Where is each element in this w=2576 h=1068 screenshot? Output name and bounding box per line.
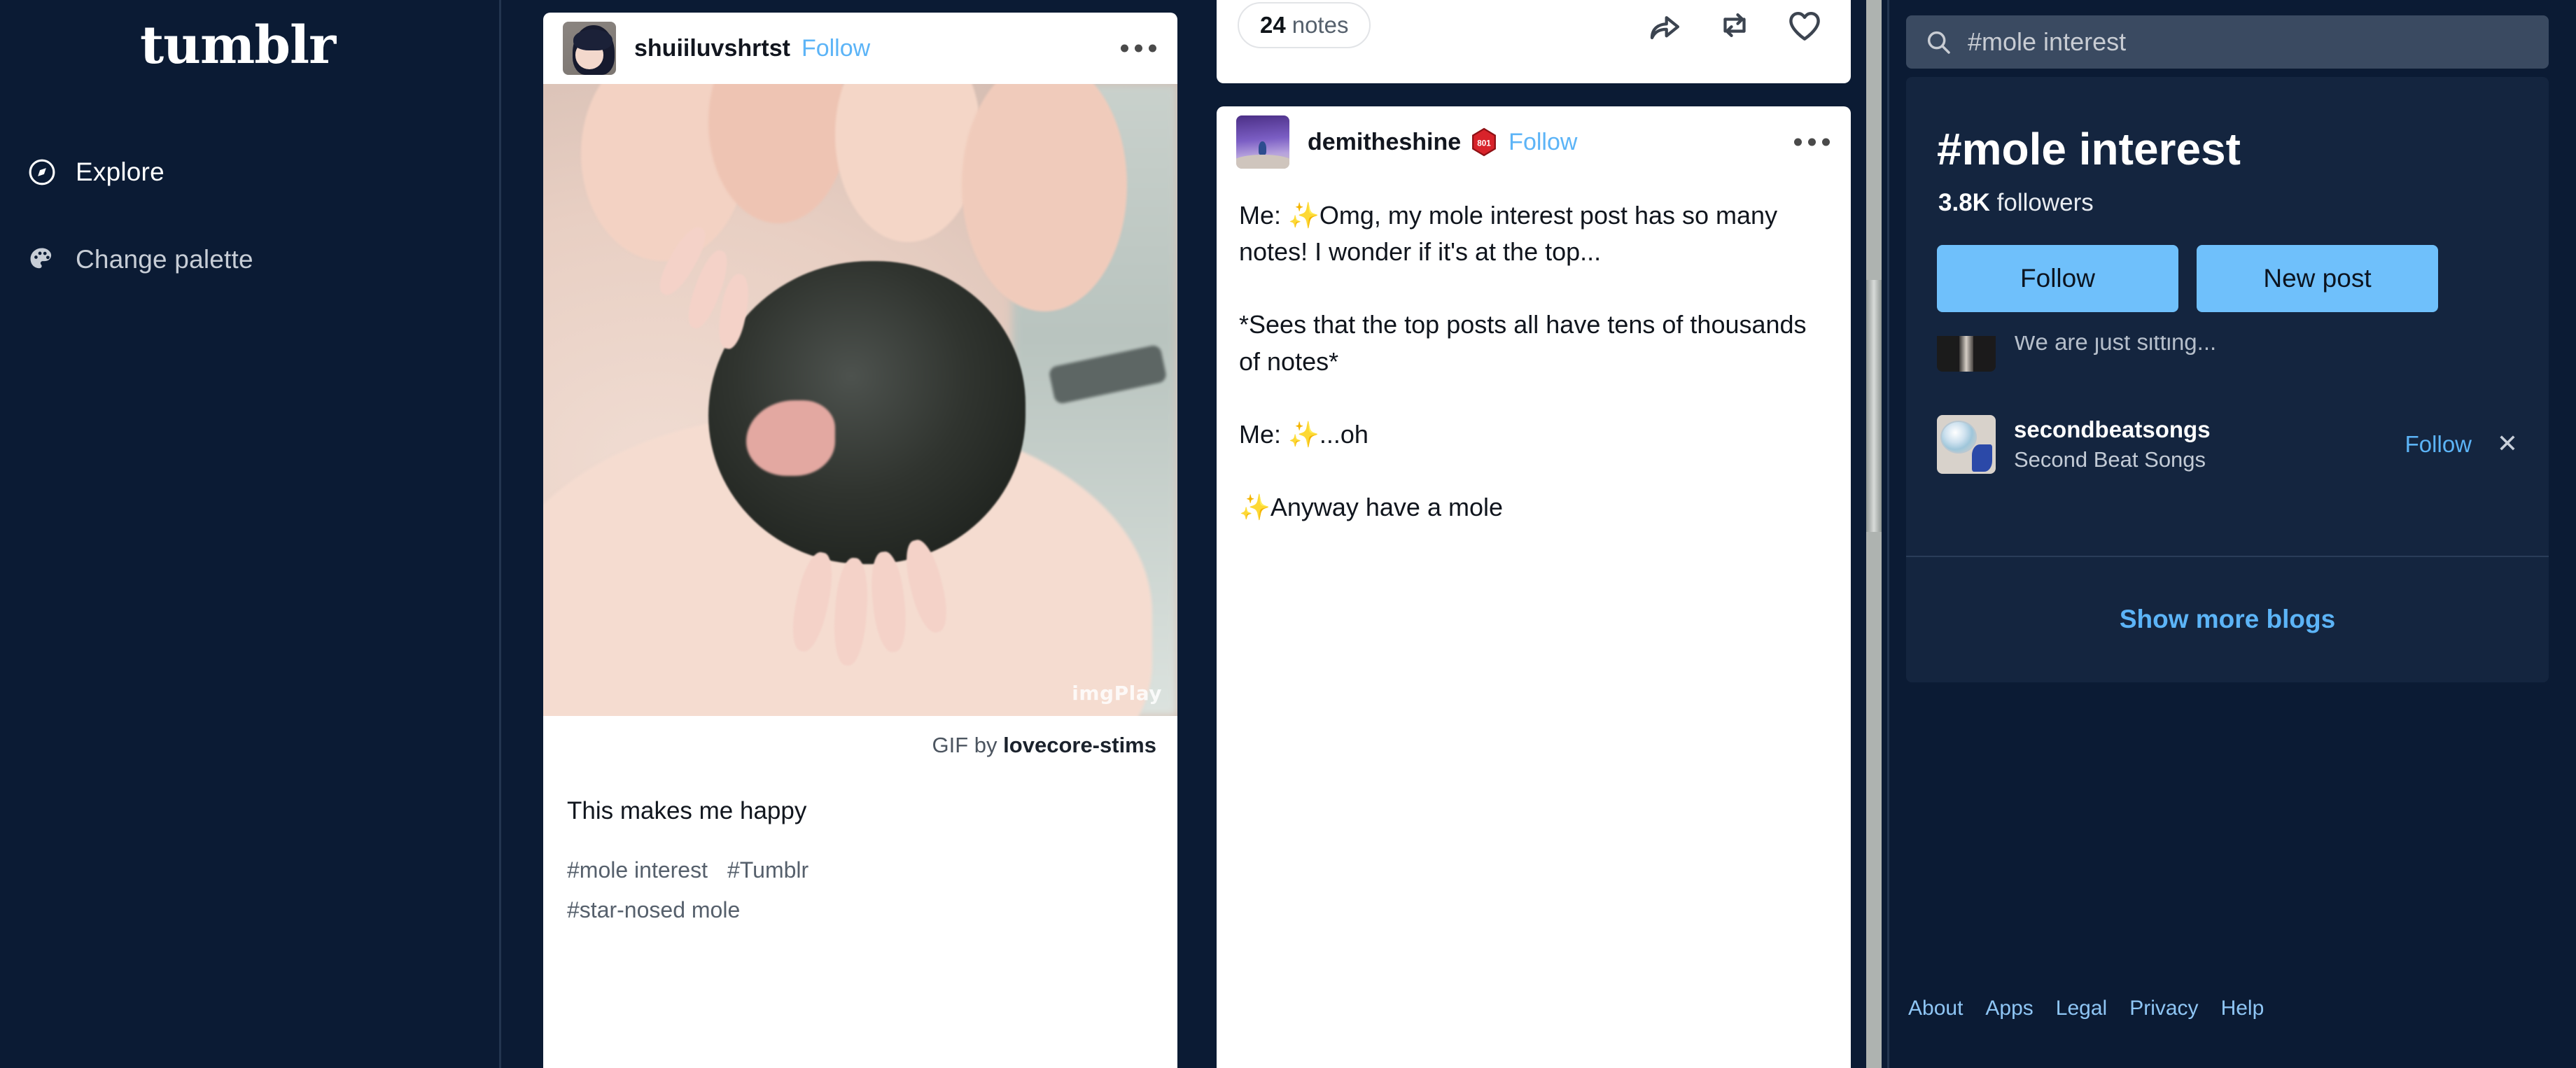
- feed-scrollbar-thumb[interactable]: [1866, 280, 1882, 532]
- right-sidebar: #mole interest #mole interest 3.8K follo…: [1890, 0, 2576, 1068]
- feed-scrollbar[interactable]: [1866, 0, 1882, 1068]
- post-body-text: Me: ✨Omg, my mole interest post has so m…: [1217, 178, 1851, 526]
- like-icon[interactable]: [1785, 6, 1824, 45]
- gif-illustration: [543, 84, 1177, 716]
- post-follow-link[interactable]: Follow: [1508, 129, 1577, 156]
- search-icon: [1924, 28, 1952, 56]
- post-paragraph: *Sees that the top posts all have tens o…: [1239, 310, 1807, 376]
- footer-link-about[interactable]: About: [1908, 997, 1963, 1020]
- search-input-value: #mole interest: [1968, 27, 2127, 56]
- notes-count-button[interactable]: 24 notes: [1238, 1, 1371, 48]
- tag-title: #mole interest: [1937, 124, 2241, 174]
- post-paragraph: ✨Anyway have a mole: [1239, 492, 1503, 521]
- post-blog-name[interactable]: demitheshine: [1308, 129, 1461, 156]
- sidebar-item-explore-label: Explore: [76, 157, 164, 186]
- gif-credit-author[interactable]: lovecore-stims: [1003, 733, 1156, 757]
- post-tag[interactable]: #mole interest: [567, 857, 708, 883]
- card-fade-overlay: [543, 992, 1177, 1068]
- post-tags: #mole interest #Tumblr: [543, 829, 1177, 883]
- avatar[interactable]: [1236, 115, 1289, 169]
- feed-column-left: shuiiluvshrtst Follow imgPlay GIF by lov…: [543, 0, 1177, 1068]
- tag-followers: 3.8K followers: [1938, 189, 2094, 217]
- feed-column-right: 24 notes demitheshine 801 Follow Me: ✨Om…: [1217, 0, 1851, 1068]
- blog-title: Second Beat Songs: [2014, 447, 2206, 472]
- tag-followers-count: 3.8K: [1938, 189, 1990, 216]
- blog-meta: secondbeatsongs Second Beat Songs: [2014, 416, 2405, 472]
- post-header: demitheshine 801 Follow: [1217, 106, 1851, 178]
- feed-area: shuiiluvshrtst Follow imgPlay GIF by lov…: [501, 0, 1888, 1068]
- tag-info-panel: #mole interest 3.8K followers Follow New…: [1906, 77, 2549, 682]
- left-sidebar: tumblr Explore Change palette: [0, 0, 500, 1068]
- post-paragraph: Me: ✨...oh: [1239, 419, 1368, 449]
- follow-tag-button[interactable]: Follow: [1937, 245, 2178, 312]
- tumblr-tag-page: tumblr Explore Change palette shuiiluvsh…: [0, 0, 2576, 1068]
- close-icon[interactable]: ✕: [2496, 432, 2519, 457]
- compass-icon: [27, 157, 57, 188]
- show-more-blogs-button[interactable]: Show more blogs: [1906, 556, 2549, 682]
- blog-follow-link[interactable]: Follow: [2405, 431, 2472, 458]
- tumblr-logo[interactable]: tumblr: [140, 20, 336, 71]
- list-item[interactable]: We are just sitting...: [1937, 336, 2519, 381]
- reblog-icon[interactable]: [1715, 6, 1754, 45]
- blog-caption: We are just sitting...: [2014, 336, 2217, 355]
- share-icon[interactable]: [1645, 6, 1684, 45]
- avatar[interactable]: [1937, 336, 1996, 372]
- recommended-blogs-list: We are just sitting... secondbeatsongs S…: [1906, 336, 2549, 549]
- tag-followers-label: followers: [1996, 189, 2094, 216]
- sidebar-item-change-palette[interactable]: Change palette: [27, 240, 253, 279]
- post-more-options-button[interactable]: [1794, 138, 1830, 146]
- imgplay-watermark: imgPlay: [1072, 682, 1162, 705]
- new-post-button[interactable]: New post: [2197, 245, 2438, 312]
- footer-link-help[interactable]: Help: [2221, 997, 2264, 1020]
- tag-action-buttons: Follow New post: [1937, 245, 2438, 312]
- svg-text:801: 801: [1477, 139, 1491, 148]
- gif-credit: GIF by lovecore-stims: [543, 716, 1177, 769]
- footer-link-apps[interactable]: Apps: [1985, 997, 2033, 1020]
- gif-credit-prefix: GIF by: [932, 733, 1004, 757]
- avatar[interactable]: [563, 22, 616, 75]
- palette-icon: [27, 244, 57, 275]
- post-tag-cutoff[interactable]: #star-nosed mole: [543, 883, 1177, 923]
- sidebar-item-change-palette-label: Change palette: [76, 245, 253, 274]
- post-gif-image[interactable]: imgPlay: [543, 84, 1177, 716]
- post-blog-name[interactable]: shuiiluvshrtst: [634, 35, 790, 62]
- post-card-gif: shuiiluvshrtst Follow imgPlay GIF by lov…: [543, 13, 1177, 1068]
- post-tag[interactable]: #Tumblr: [727, 857, 808, 883]
- blog-name[interactable]: secondbeatsongs: [2014, 416, 2405, 443]
- notes-count: 24: [1260, 11, 1286, 38]
- post-notes-bar: 24 notes: [1217, 0, 1851, 83]
- footer-link-privacy[interactable]: Privacy: [2129, 997, 2198, 1020]
- post-more-options-button[interactable]: [1121, 44, 1156, 52]
- post-action-icons: [1645, 6, 1824, 45]
- post-header: shuiiluvshrtst Follow: [543, 13, 1177, 84]
- avatar[interactable]: [1937, 415, 1996, 474]
- sidebar-item-explore[interactable]: Explore: [27, 153, 164, 192]
- search-input[interactable]: #mole interest: [1906, 15, 2549, 69]
- post-follow-link[interactable]: Follow: [802, 35, 870, 62]
- post-body-text: This makes me happy: [567, 797, 807, 824]
- list-item[interactable]: secondbeatsongs Second Beat Songs Follow…: [1937, 406, 2519, 483]
- post-paragraph: Me: ✨Omg, my mole interest post has so m…: [1239, 201, 1778, 267]
- footer-link-legal[interactable]: Legal: [2056, 997, 2107, 1020]
- right-rail-divider: [1887, 0, 1889, 1068]
- post-card-text: demitheshine 801 Follow Me: ✨Omg, my mol…: [1217, 106, 1851, 1068]
- badge-801-icon: 801: [1471, 127, 1497, 157]
- footer-links: About Apps Legal Privacy Help: [1908, 997, 2264, 1020]
- notes-label: notes: [1292, 11, 1349, 38]
